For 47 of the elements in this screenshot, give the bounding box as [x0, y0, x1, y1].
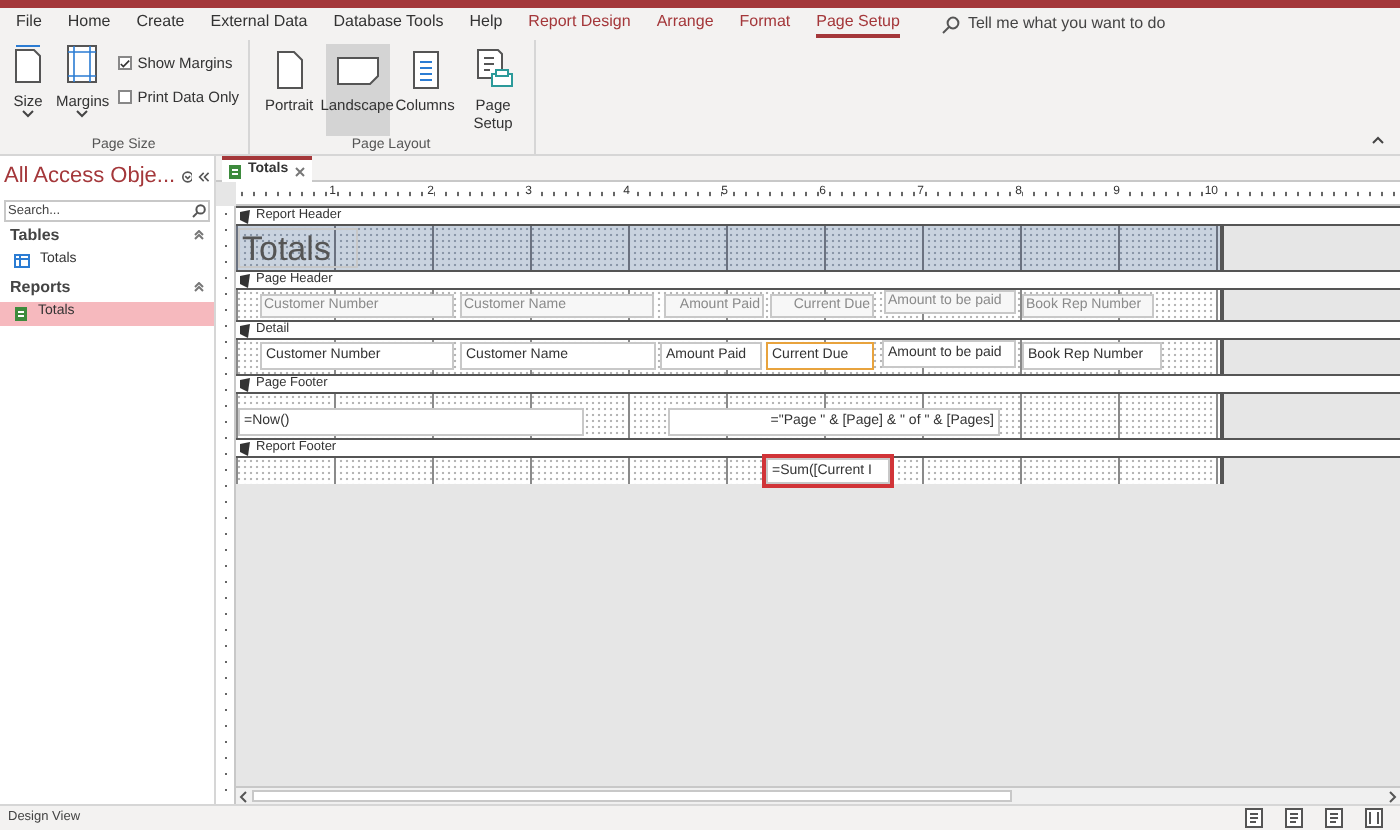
portrait-page-icon [273, 50, 306, 90]
section-marker-icon [240, 441, 252, 455]
page-size-icon [12, 44, 44, 84]
columns-icon [409, 50, 442, 90]
search-icon [192, 203, 206, 217]
checkbox[interactable] [117, 90, 132, 105]
checkbox[interactable] [117, 56, 132, 71]
ribbon-tab[interactable]: Format [739, 10, 791, 38]
ribbon-tab[interactable]: Report Design [528, 10, 631, 38]
ribbon-tab[interactable]: File [16, 10, 42, 38]
tell-me-field[interactable]: Tell me what you want to do [967, 12, 1248, 36]
search-icon [941, 15, 960, 33]
table-icon [14, 254, 30, 268]
close-icon[interactable] [294, 165, 307, 177]
group-header[interactable]: Tables [10, 223, 60, 247]
section-marker-icon [240, 377, 252, 391]
page-setup-icon [473, 48, 514, 92]
ribbon-tab[interactable]: Create [136, 10, 185, 38]
collapse-pane-icon[interactable] [198, 169, 210, 184]
pane-title: All Access Obje... [4, 162, 176, 192]
scrollbar-thumb[interactable] [252, 790, 1012, 802]
ribbon-tab[interactable]: Home [67, 10, 111, 38]
caret-icon [22, 110, 34, 118]
view-icon[interactable] [1364, 808, 1384, 828]
ribbon-tab[interactable]: Arrange [656, 10, 714, 38]
dropdown-circle-icon[interactable] [181, 169, 193, 184]
collapse-group-icon[interactable] [194, 230, 204, 240]
caret-icon [76, 110, 89, 118]
section-marker-icon [240, 273, 252, 287]
landscape-page-icon [335, 54, 380, 86]
collapse-ribbon-icon[interactable] [1372, 136, 1384, 144]
view-icon[interactable] [1324, 808, 1344, 828]
scroll-right-icon[interactable] [1386, 789, 1398, 803]
ribbon-tab[interactable]: External Data [210, 10, 308, 38]
group-header[interactable]: Reports [10, 275, 71, 299]
section-marker-icon [240, 323, 252, 337]
report-title-label[interactable]: Totals [238, 228, 358, 268]
ribbon-tab[interactable]: Help [469, 10, 503, 38]
ribbon-tab[interactable]: Database Tools [333, 10, 444, 38]
collapse-group-icon[interactable] [194, 282, 204, 292]
report-icon [14, 305, 28, 321]
view-icon[interactable] [1284, 808, 1304, 828]
ribbon-tab[interactable]: Page Setup [816, 10, 900, 38]
view-icon[interactable] [1244, 808, 1264, 828]
scroll-left-icon[interactable] [238, 789, 250, 803]
section-marker-icon [240, 209, 252, 223]
margins-icon [64, 44, 101, 84]
